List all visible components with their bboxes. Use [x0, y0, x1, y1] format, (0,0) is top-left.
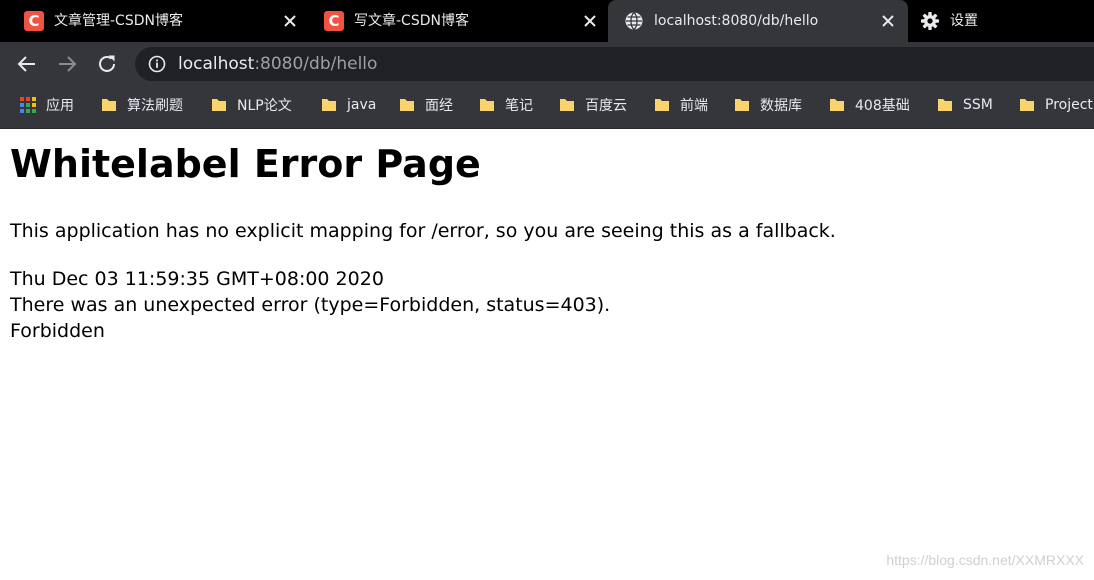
watermark: https://blog.csdn.net/XXMRXXX: [886, 552, 1084, 568]
bookmark-folder[interactable]: 数据库: [734, 86, 802, 124]
tab-settings[interactable]: 设置: [906, 0, 1094, 42]
forward-arrow-icon[interactable]: [55, 52, 79, 76]
csdn-logo-icon: C: [24, 11, 44, 31]
back-arrow-icon[interactable]: [15, 52, 39, 76]
page-title: Whitelabel Error Page: [10, 142, 481, 186]
folder-icon: [480, 99, 494, 111]
tab-csdn-article-management[interactable]: C 文章管理-CSDN博客: [8, 0, 308, 42]
folder-icon: [102, 99, 116, 111]
folder-icon: [560, 99, 574, 111]
bookmark-folder[interactable]: 笔记: [479, 86, 533, 124]
bookmark-folder[interactable]: Project: [1019, 86, 1093, 124]
bookmark-label: 笔记: [505, 98, 533, 114]
bookmark-label: 百度云: [585, 98, 627, 114]
folder-icon: [830, 99, 844, 111]
bookmark-apps[interactable]: 应用: [20, 86, 74, 124]
bookmark-folder[interactable]: 前端: [654, 86, 708, 124]
browser-toolbar: localhost:8080/db/hello: [0, 42, 1094, 86]
tab-csdn-write-article[interactable]: C 写文章-CSDN博客: [308, 0, 608, 42]
bookmark-label: 数据库: [760, 98, 802, 114]
error-explanation: This application has no explicit mapping…: [10, 220, 836, 242]
folder-icon: [938, 99, 952, 111]
bookmark-label: 面经: [425, 98, 453, 114]
close-icon[interactable]: [282, 13, 298, 29]
bookmark-folder[interactable]: 面经: [399, 86, 453, 124]
reload-icon[interactable]: [95, 52, 119, 76]
folder-icon: [735, 99, 749, 111]
bookmarks-bar: 应用 算法刷题 NLP论文 java 面经 笔记 百度云 前端 数据库 408基…: [0, 86, 1094, 129]
globe-icon: [625, 12, 643, 30]
folder-icon: [400, 99, 414, 111]
bookmark-label: SSM: [963, 97, 993, 113]
bookmark-label: NLP论文: [237, 98, 292, 114]
info-icon[interactable]: [148, 55, 166, 73]
bookmark-folder[interactable]: 408基础: [829, 86, 910, 124]
url-host: localhost: [178, 54, 255, 74]
error-reason: Forbidden: [10, 320, 105, 342]
folder-icon: [212, 99, 226, 111]
tab-title: 文章管理-CSDN博客: [54, 13, 183, 29]
tab-localhost-active[interactable]: localhost:8080/db/hello: [608, 0, 908, 42]
tab-strip: C 文章管理-CSDN博客 C 写文章-CSDN博客 localhost:808…: [0, 0, 1094, 42]
gear-icon: [921, 12, 939, 30]
url-path: :8080/db/hello: [254, 54, 378, 74]
bookmark-label: 应用: [46, 98, 74, 114]
error-timestamp: Thu Dec 03 11:59:35 GMT+08:00 2020: [10, 268, 384, 290]
bookmark-folder[interactable]: 算法刷题: [101, 86, 183, 124]
close-icon[interactable]: [880, 13, 896, 29]
bookmark-label: java: [347, 97, 377, 113]
tab-title: 写文章-CSDN博客: [354, 13, 469, 29]
folder-icon: [655, 99, 669, 111]
csdn-logo-icon: C: [324, 11, 344, 31]
address-url[interactable]: localhost:8080/db/hello: [178, 47, 377, 81]
bookmark-folder[interactable]: SSM: [937, 86, 993, 124]
bookmark-label: 算法刷题: [127, 98, 183, 114]
address-bar[interactable]: localhost:8080/db/hello: [135, 47, 1094, 81]
bookmark-label: 前端: [680, 98, 708, 114]
error-message: There was an unexpected error (type=Forb…: [10, 294, 611, 316]
close-icon[interactable]: [582, 13, 598, 29]
tab-title: 设置: [950, 13, 978, 29]
tab-title: localhost:8080/db/hello: [654, 13, 819, 29]
error-details: Thu Dec 03 11:59:35 GMT+08:00 2020 There…: [10, 266, 610, 344]
folder-icon: [322, 99, 336, 111]
bookmark-folder[interactable]: 百度云: [559, 86, 627, 124]
bookmark-folder[interactable]: java: [321, 86, 376, 124]
apps-grid-icon: [20, 97, 36, 113]
bookmark-label: Project: [1045, 97, 1093, 113]
bookmark-label: 408基础: [855, 98, 910, 114]
folder-icon: [1020, 99, 1034, 111]
bookmark-folder[interactable]: NLP论文: [211, 86, 292, 124]
